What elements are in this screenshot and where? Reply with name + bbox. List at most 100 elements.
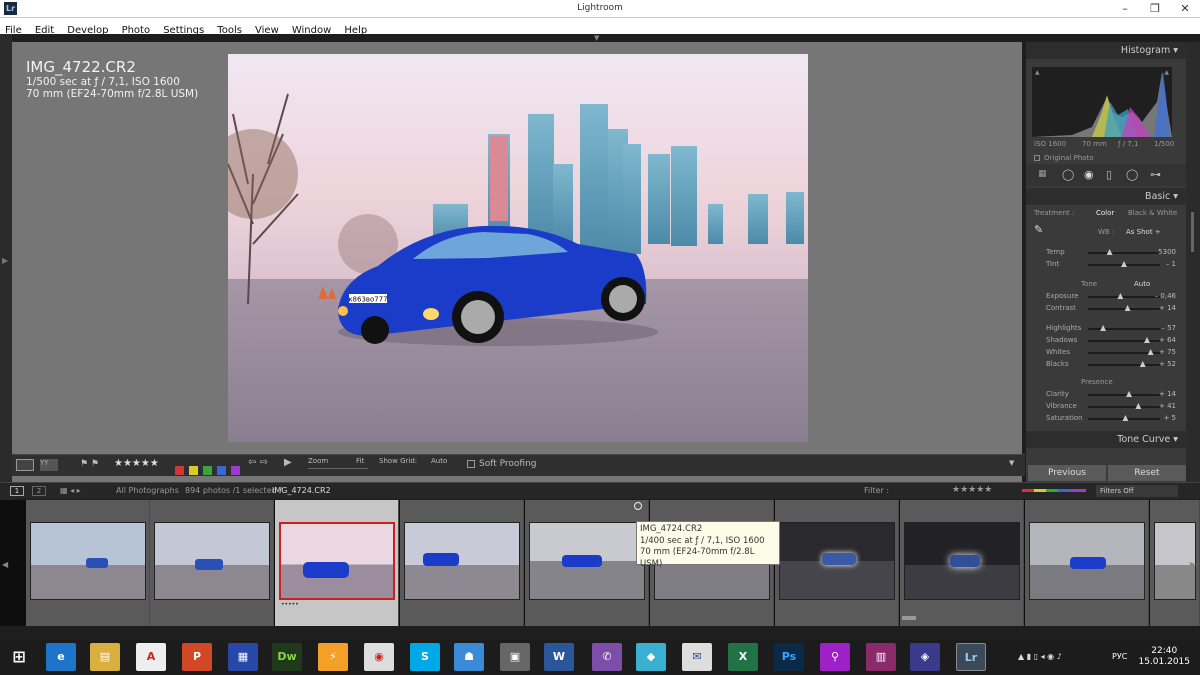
basic-header[interactable]: Basic ▾ (1026, 188, 1186, 205)
source-label[interactable]: All Photographs (116, 486, 179, 495)
lightroom-app: ▼ ▶ IMG_4722.CR2 1/500 sec at ƒ / 7,1, I… (0, 34, 1200, 640)
filmstrip-thumb-7[interactable] (775, 500, 899, 626)
filmstrip-right-arrow-icon[interactable]: ▶ (1190, 560, 1196, 569)
contrast-slider[interactable]: Contrast + 14 (1030, 304, 1178, 315)
tint-slider[interactable]: Tint – 1 (1030, 260, 1178, 271)
filters-off-select[interactable]: Filters Off (1096, 485, 1178, 497)
auto-tone-button[interactable]: Auto (1134, 280, 1150, 288)
whites-slider[interactable]: Whites + 75 (1030, 348, 1178, 359)
maximize-button[interactable]: ❐ (1140, 0, 1170, 18)
search-app-icon[interactable]: ⚲ (820, 643, 850, 671)
left-panel-arrow-icon[interactable]: ▶ (2, 256, 8, 265)
main-window-button[interactable]: 1 (10, 486, 24, 496)
filmstrip-thumb-9[interactable] (1025, 500, 1149, 626)
zoom-slider[interactable] (308, 468, 368, 469)
filter-stars[interactable]: ★★★★★ (952, 485, 992, 495)
tone-curve-header[interactable]: Tone Curve ▾ (1026, 431, 1186, 448)
title-bar: Lr Lightroom – ❐ ✕ (0, 0, 1200, 18)
filmstrip-thumb-1[interactable] (26, 500, 150, 626)
grid-view-icon[interactable]: ▦ ◂ ▸ (60, 486, 81, 495)
archiver-icon[interactable]: ▥ (866, 643, 896, 671)
wb-select[interactable]: As Shot ÷ (1126, 228, 1161, 236)
filmstrip-scrollbar[interactable] (902, 616, 916, 620)
windows-start-icon[interactable]: ⊞ (4, 643, 34, 671)
app-icon-blue[interactable]: ◈ (910, 643, 940, 671)
media-player-icon[interactable]: ▦ (228, 643, 258, 671)
wb-eyedropper-icon[interactable]: ✎ (1034, 223, 1048, 239)
selected-filename[interactable]: IMG_4724.CR2 (272, 486, 331, 495)
right-panel: Histogram ▾ ▲ ▲ ISO 1600 70 mm ƒ / 7,1 1… (1026, 42, 1186, 484)
viber-icon[interactable]: ✆ (592, 643, 622, 671)
filmstrip-left-arrow-icon[interactable]: ◀ (2, 560, 8, 569)
file-explorer-icon[interactable]: ▤ (90, 643, 120, 671)
original-photo-checkbox[interactable] (1034, 155, 1040, 161)
toolbar-menu-icon[interactable]: ▼ (1009, 459, 1014, 467)
flag-icon[interactable]: ⚑ ⚑ (80, 459, 99, 469)
network-icon[interactable]: ☗ (454, 643, 484, 671)
filter-color-labels[interactable] (1022, 489, 1086, 492)
play-slideshow-icon[interactable]: ▶ (284, 457, 292, 468)
blacks-slider[interactable]: Blacks + 52 (1030, 360, 1178, 371)
adjustment-brush-icon[interactable]: ⊶ (1150, 168, 1161, 181)
histogram-title: Histogram (1120, 45, 1171, 56)
app-icon-cyan[interactable]: ◆ (636, 643, 666, 671)
shadow-clipping-icon[interactable]: ▲ (1035, 69, 1040, 76)
loupe-view-button[interactable] (16, 459, 34, 471)
lightroom-taskbar-icon[interactable]: Lr (956, 643, 986, 671)
histogram-header[interactable]: Histogram ▾ (1026, 42, 1186, 59)
filmstrip-thumb-2[interactable] (150, 500, 274, 626)
photo-lens-info: 70 mm (EF24-70mm f/2.8L USM) (26, 88, 199, 100)
tooltip-exposure: 1/400 sec at ƒ / 7,1, ISO 1600 (640, 535, 765, 546)
reset-button[interactable]: Reset (1108, 465, 1186, 481)
filmstrip-thumb-4[interactable] (400, 500, 524, 626)
minimize-button[interactable]: – (1110, 0, 1140, 18)
language-indicator[interactable]: РУС (1112, 652, 1127, 661)
close-button[interactable]: ✕ (1170, 0, 1200, 18)
tray-icons[interactable]: ▲ ▮ ▯ ◂ ◉ ♪ (1018, 652, 1062, 661)
clarity-slider[interactable]: Clarity + 14 (1030, 390, 1178, 401)
right-panel-scrollbar[interactable] (1186, 42, 1200, 484)
graduated-filter-icon[interactable]: ▯ (1106, 168, 1112, 181)
rating-stars[interactable]: ★★★★★ (114, 458, 159, 469)
treatment-bw-option[interactable]: Black & White (1128, 209, 1177, 217)
excel-icon[interactable]: X (728, 643, 758, 671)
vibrance-slider[interactable]: Vibrance + 41 (1030, 402, 1178, 413)
chrome-icon[interactable]: ◉ (364, 643, 394, 671)
clock[interactable]: 22:40 15.01.2015 (1138, 646, 1190, 668)
crop-tool-icon[interactable]: ▦ (1038, 169, 1047, 179)
top-panel-toggle-icon[interactable]: ▼ (594, 34, 599, 42)
spot-removal-icon[interactable]: ◯ (1062, 168, 1074, 181)
acrobat-icon[interactable]: A (136, 643, 166, 671)
prev-next-arrows-icon[interactable]: ⇦ ⇨ (248, 457, 268, 468)
compare-view-button[interactable]: YY (40, 459, 58, 471)
highlights-slider[interactable]: Highlights – 57 (1030, 324, 1178, 335)
color-labels[interactable] (175, 460, 241, 479)
radial-filter-icon[interactable]: ◯ (1126, 168, 1138, 181)
previous-button[interactable]: Previous (1028, 465, 1106, 481)
internet-explorer-icon[interactable]: e (46, 643, 76, 671)
filmstrip-thumb-8[interactable] (900, 500, 1024, 626)
treatment-color-option[interactable]: Color (1096, 209, 1114, 217)
show-grid-value[interactable]: Auto (431, 457, 447, 465)
photoshop-icon[interactable]: Ps (774, 643, 804, 671)
highlight-clipping-icon[interactable]: ▲ (1164, 69, 1169, 76)
main-photo[interactable]: к863во777 (228, 54, 808, 442)
redeye-icon[interactable]: ◉ (1084, 168, 1094, 181)
word-icon[interactable]: W (544, 643, 574, 671)
filmstrip-thumb-3-selected[interactable]: ••••• (275, 500, 399, 626)
thunderbird-icon[interactable]: ✉ (682, 643, 712, 671)
powerpoint-icon[interactable]: P (182, 643, 212, 671)
second-window-button[interactable]: 2 (32, 486, 46, 496)
dreamweaver-icon[interactable]: Dw (272, 643, 302, 671)
filmstrip-thumb-5[interactable] (525, 500, 649, 626)
tone-curve-title: Tone Curve (1117, 434, 1171, 445)
soft-proofing-checkbox[interactable] (467, 460, 475, 468)
exposure-slider[interactable]: Exposure – 0,46 (1030, 292, 1178, 303)
computer-icon[interactable]: ▣ (500, 643, 530, 671)
skype-icon[interactable]: S (410, 643, 440, 671)
temp-slider[interactable]: Temp 5300 (1030, 248, 1178, 259)
shadows-slider[interactable]: Shadows + 64 (1030, 336, 1178, 347)
left-panel-collapsed[interactable]: ▶ (0, 34, 12, 504)
app-icon-orange[interactable]: ⚡ (318, 643, 348, 671)
saturation-slider[interactable]: Saturation + 5 (1030, 414, 1178, 425)
